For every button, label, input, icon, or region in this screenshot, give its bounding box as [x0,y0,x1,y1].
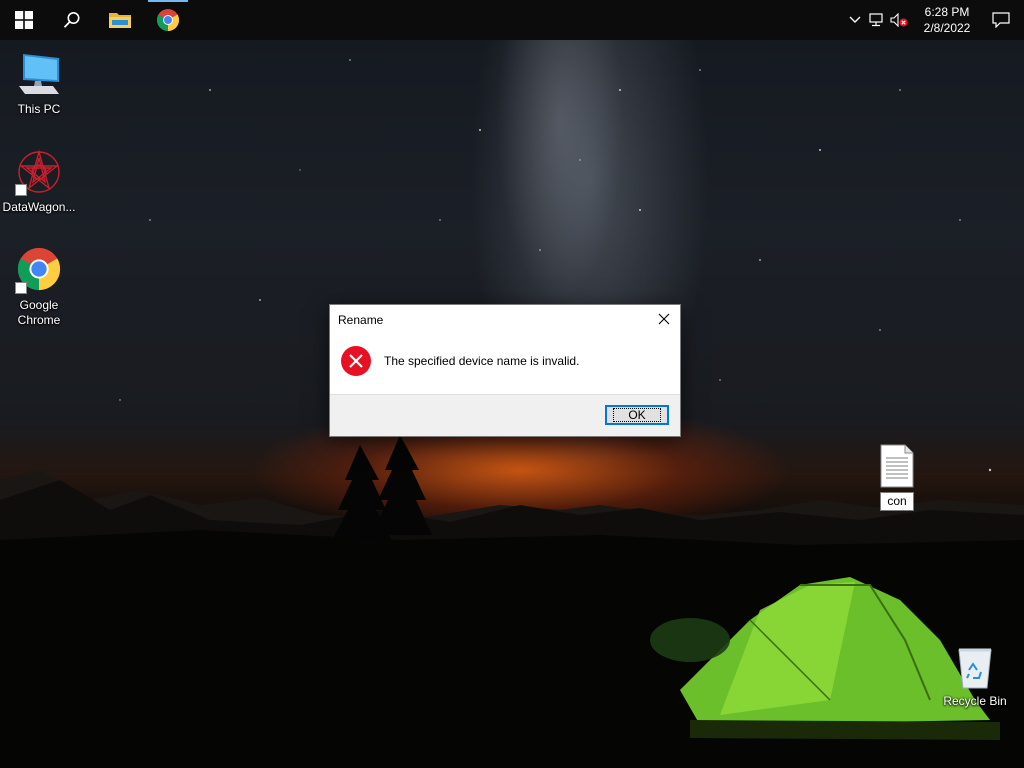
desktop-icon-recycle-bin[interactable]: Recycle Bin [937,644,1013,709]
dialog-close-button[interactable] [648,305,680,333]
network-icon [869,13,883,27]
close-icon [658,313,670,325]
windows-logo-icon [15,11,33,29]
clock-time: 6:28 PM [924,5,970,19]
chrome-icon [157,9,179,31]
dialog-title: Rename [338,313,384,327]
ok-button-label: OK [613,408,661,422]
clock-date: 2/8/2022 [923,21,971,35]
show-hidden-icons-button[interactable] [844,0,866,40]
search-button[interactable] [48,0,96,40]
folder-icon [109,13,131,28]
volume-muted-icon [890,13,908,27]
text-file-icon [880,444,914,488]
taskbar: 6:28 PM 2/8/2022 [0,0,1024,40]
desktop-icon-this-pc[interactable]: This PC [1,50,77,117]
desktop-icon-label: This PC [17,102,61,116]
search-icon [63,12,80,28]
dialog-message: The specified device name is invalid. [384,354,580,368]
recycle-bin-icon [958,648,992,689]
chevron-up-icon [849,16,861,23]
desktop-icon-con-file[interactable]: con [859,444,935,511]
desktop-icon-label: DataWagon... [2,200,76,214]
rename-error-dialog: Rename The specified device name is inva… [329,304,681,437]
start-button[interactable] [0,0,48,40]
dialog-body: The specified device name is invalid. [340,345,670,377]
network-button[interactable] [866,0,888,40]
rename-input[interactable]: con [880,492,914,511]
desktop-icon-datawagon[interactable]: DataWagon... [1,148,77,215]
volume-button[interactable] [888,0,910,40]
ok-button[interactable]: OK [605,405,669,425]
shortcut-arrow-icon [15,282,27,294]
chrome-taskbar-button[interactable] [144,0,192,40]
computer-icon [19,54,59,94]
clock[interactable]: 6:28 PM 2/8/2022 [916,4,978,36]
shortcut-arrow-icon [15,184,27,196]
dialog-footer: OK [330,394,680,436]
desktop-icon-label: Recycle Bin [943,694,1007,708]
action-center-button[interactable] [978,0,1024,40]
error-icon [341,346,371,376]
notification-icon [992,12,1010,28]
desktop-icon-google-chrome[interactable]: Google Chrome [1,246,77,328]
file-explorer-button[interactable] [96,0,144,40]
system-tray: 6:28 PM 2/8/2022 [844,0,1024,40]
desktop-icon-label: Google Chrome [17,298,61,327]
